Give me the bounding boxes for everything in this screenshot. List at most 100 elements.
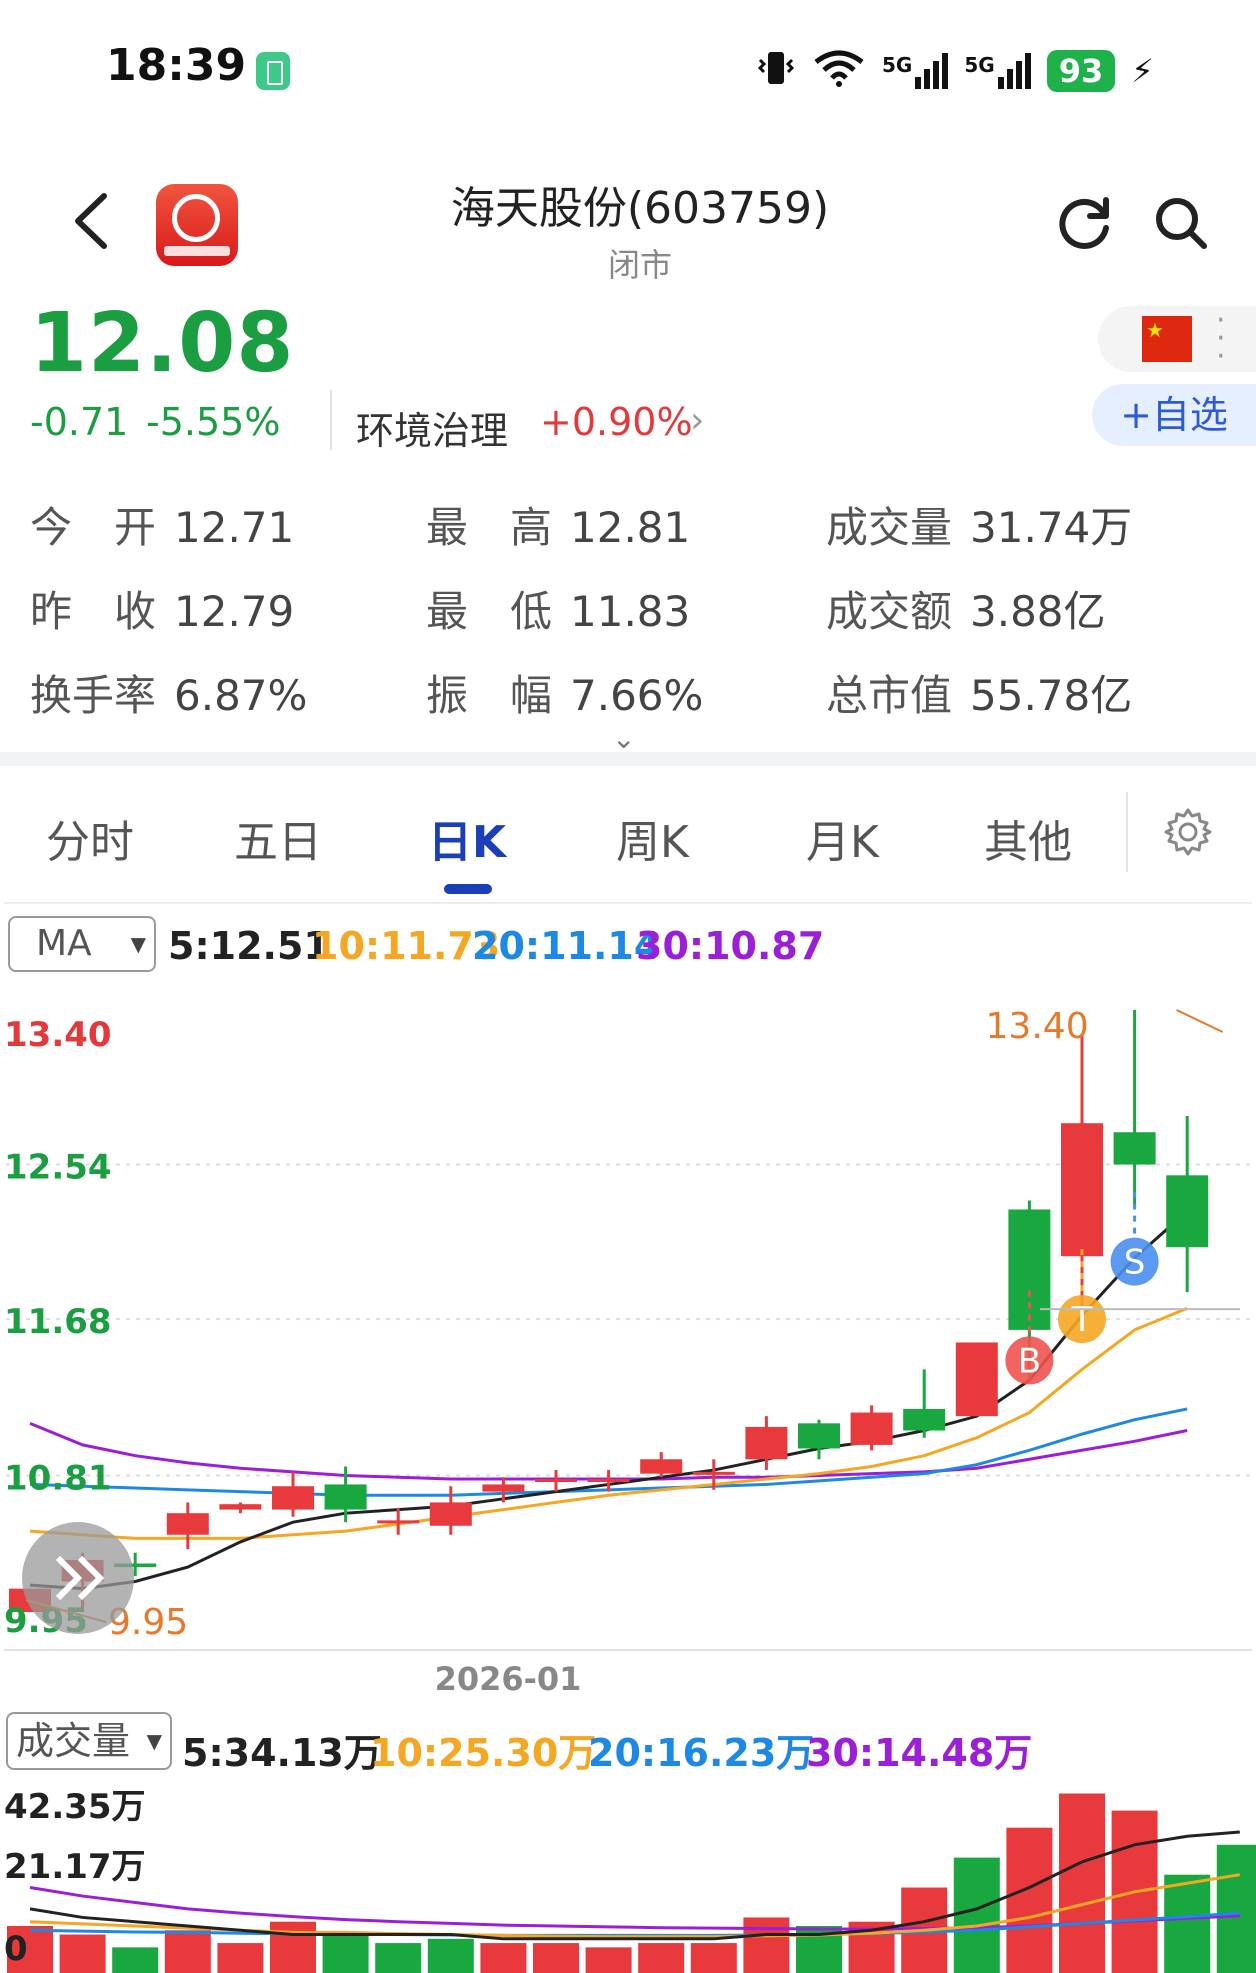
signal-icon-1: 5G	[882, 53, 949, 89]
battery-level: 93	[1046, 50, 1116, 92]
volume-indicator-select[interactable]: 成交量 ▼	[6, 1712, 172, 1770]
candle-body	[692, 1471, 735, 1475]
stat-value: 6.87%	[174, 671, 308, 720]
ma20-label: 20:11.14	[472, 924, 661, 968]
volume-chart[interactable]: 42.35万 21.17万 0	[0, 1780, 1256, 1973]
volume-bar	[638, 1943, 685, 1973]
volume-bar	[690, 1943, 737, 1973]
volume-bar	[953, 1857, 1000, 1973]
settings-gear-icon[interactable]	[1162, 806, 1214, 858]
volume-bar	[375, 1943, 422, 1973]
status-icons: 5G 5G 93 ⚡	[756, 46, 1154, 96]
divider	[330, 390, 332, 450]
candle-body	[324, 1484, 367, 1510]
stat-label: 最 低	[426, 587, 553, 636]
market-flag-pill[interactable]: ···	[1098, 306, 1256, 372]
volume-bar	[1164, 1874, 1211, 1973]
candle-body	[377, 1520, 420, 1524]
expand-chevron-icon[interactable]: ⌄	[612, 722, 635, 755]
volume-bar	[59, 1934, 106, 1973]
section-separator	[0, 752, 1256, 766]
ma30-label: 30:10.87	[636, 924, 825, 968]
signal-icon-2: 5G	[964, 53, 1031, 89]
tab-divider	[1126, 792, 1128, 872]
candle-body	[1008, 1209, 1051, 1330]
candle-body	[272, 1486, 314, 1510]
tab-2[interactable]: 日K	[428, 806, 506, 870]
active-tab-indicator	[444, 884, 492, 894]
candle-body	[850, 1412, 893, 1445]
vol-ma30-label: 30:14.48万	[806, 1731, 1033, 1775]
candle-body	[219, 1504, 262, 1510]
search-icon[interactable]	[1152, 194, 1210, 252]
sector-change-pct[interactable]: +0.90%	[540, 400, 693, 444]
candle-body	[745, 1426, 788, 1460]
vibrate-icon	[756, 48, 796, 95]
price-change: -0.71	[30, 400, 129, 444]
stat-value: 31.74万	[970, 503, 1133, 552]
vol-y-axis-label: 0	[4, 1929, 28, 1969]
chart-top-border	[4, 902, 1252, 904]
stat-label: 换手率	[30, 671, 157, 720]
stat-label: 昨 收	[30, 587, 157, 636]
add-watchlist-button[interactable]: +自选	[1092, 384, 1256, 446]
tab-4[interactable]: 月K	[806, 806, 879, 870]
y-axis-label: 11.68	[4, 1302, 112, 1342]
high-marker-line	[1176, 1009, 1224, 1033]
candle-body	[798, 1423, 840, 1449]
stat-item: 振 幅 7.66%	[426, 662, 703, 723]
volume-bar	[743, 1917, 790, 1973]
x-axis-label: 2026-01	[435, 1660, 582, 1696]
chevron-right-icon[interactable]: ›	[690, 400, 704, 441]
tab-0[interactable]: 分时	[46, 806, 134, 870]
vol-ma20-label: 20:16.23万	[588, 1731, 815, 1775]
stat-item: 最 高 12.81	[426, 494, 690, 555]
stat-label: 振 幅	[426, 671, 553, 720]
volume-bar	[217, 1943, 264, 1973]
volume-bar	[427, 1938, 474, 1973]
current-price: 12.08	[30, 296, 295, 391]
stat-value: 12.81	[570, 503, 691, 552]
charging-icon: ⚡	[1131, 52, 1154, 90]
volume-bar	[480, 1943, 527, 1973]
volume-bar	[322, 1934, 369, 1973]
indicator-select[interactable]: MA ▼	[8, 916, 156, 972]
more-icon[interactable]: · · ·	[1216, 306, 1226, 372]
stat-item: 今 开 12.71	[30, 494, 294, 555]
stat-label: 成交额	[826, 587, 953, 636]
volume-bar	[270, 1921, 316, 1973]
tab-3[interactable]: 周K	[616, 806, 689, 870]
volume-bar	[1059, 1793, 1105, 1973]
y-axis-label: 13.40	[4, 1015, 112, 1055]
wifi-icon	[812, 48, 866, 95]
candle-body	[429, 1502, 472, 1526]
battery-saver-icon	[256, 52, 290, 90]
sector-name[interactable]: 环境治理	[356, 400, 508, 455]
tab-1[interactable]: 五日	[234, 806, 322, 870]
stat-value: 12.79	[174, 587, 295, 636]
stat-item: 昨 收 12.79	[30, 578, 294, 639]
candle-body	[903, 1408, 946, 1431]
broker-logo	[156, 184, 238, 266]
scroll-back-button[interactable]	[22, 1522, 134, 1634]
candlestick-chart[interactable]: BTS13.4012.5411.6810.819.9513.409.952026…	[0, 980, 1256, 1696]
tab-5[interactable]: 其他	[984, 806, 1072, 870]
signal-label: S	[1124, 1243, 1146, 1283]
china-flag-icon	[1142, 316, 1192, 362]
vol-y-axis-label: 21.17万	[4, 1847, 146, 1887]
vol-ma5-label: 5:34.13万	[182, 1731, 382, 1775]
stat-value: 12.71	[174, 503, 295, 552]
price-change-pct: -5.55%	[146, 400, 281, 444]
volume-bar	[533, 1943, 579, 1973]
volume-bar	[585, 1947, 632, 1973]
candle-body	[535, 1479, 577, 1483]
vol-ma20-line	[29, 1911, 1240, 1937]
stat-item: 总市值 55.78亿	[826, 662, 1132, 723]
back-arrow-icon[interactable]	[68, 190, 112, 252]
refresh-icon[interactable]	[1056, 194, 1114, 252]
signal-label: T	[1071, 1300, 1093, 1340]
stat-value: 3.88亿	[970, 587, 1106, 636]
stat-label: 今 开	[30, 503, 157, 552]
stat-value: 7.66%	[570, 671, 704, 720]
volume-bar	[1006, 1827, 1053, 1973]
